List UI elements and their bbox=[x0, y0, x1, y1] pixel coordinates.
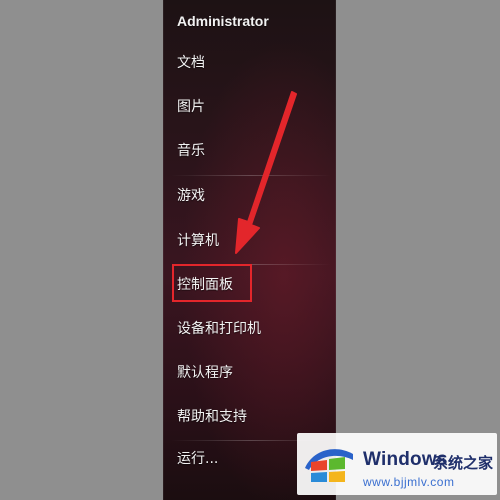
menu-item-computer[interactable]: 计算机 bbox=[177, 230, 219, 252]
menu-item-pictures[interactable]: 图片 bbox=[177, 96, 205, 118]
menu-item-music[interactable]: 音乐 bbox=[177, 140, 205, 162]
menu-item-run[interactable]: 运行... bbox=[177, 448, 218, 470]
screenshot-stage: Administrator 文档 图片 音乐 游戏 计算机 控制面板 设备和打印… bbox=[0, 0, 500, 500]
start-menu-right-pane: Administrator 文档 图片 音乐 游戏 计算机 控制面板 设备和打印… bbox=[163, 0, 336, 500]
menu-divider bbox=[171, 175, 331, 176]
control-panel-highlight-box bbox=[172, 264, 252, 302]
menu-item-default-programs[interactable]: 默认程序 bbox=[177, 362, 233, 384]
site-watermark: Windows 系统之家 www.bjjmlv.com bbox=[297, 433, 497, 495]
windows-logo-icon bbox=[305, 449, 353, 482]
menu-item-documents[interactable]: 文档 bbox=[177, 52, 205, 74]
menu-item-games[interactable]: 游戏 bbox=[177, 185, 205, 207]
menu-item-administrator[interactable]: Administrator bbox=[177, 10, 269, 32]
menu-item-help-and-support[interactable]: 帮助和支持 bbox=[177, 406, 247, 428]
menu-item-devices-and-printers[interactable]: 设备和打印机 bbox=[177, 318, 261, 340]
watermark-url: www.bjjmlv.com bbox=[363, 475, 455, 489]
watermark-brand-cn: 系统之家 bbox=[433, 454, 494, 472]
